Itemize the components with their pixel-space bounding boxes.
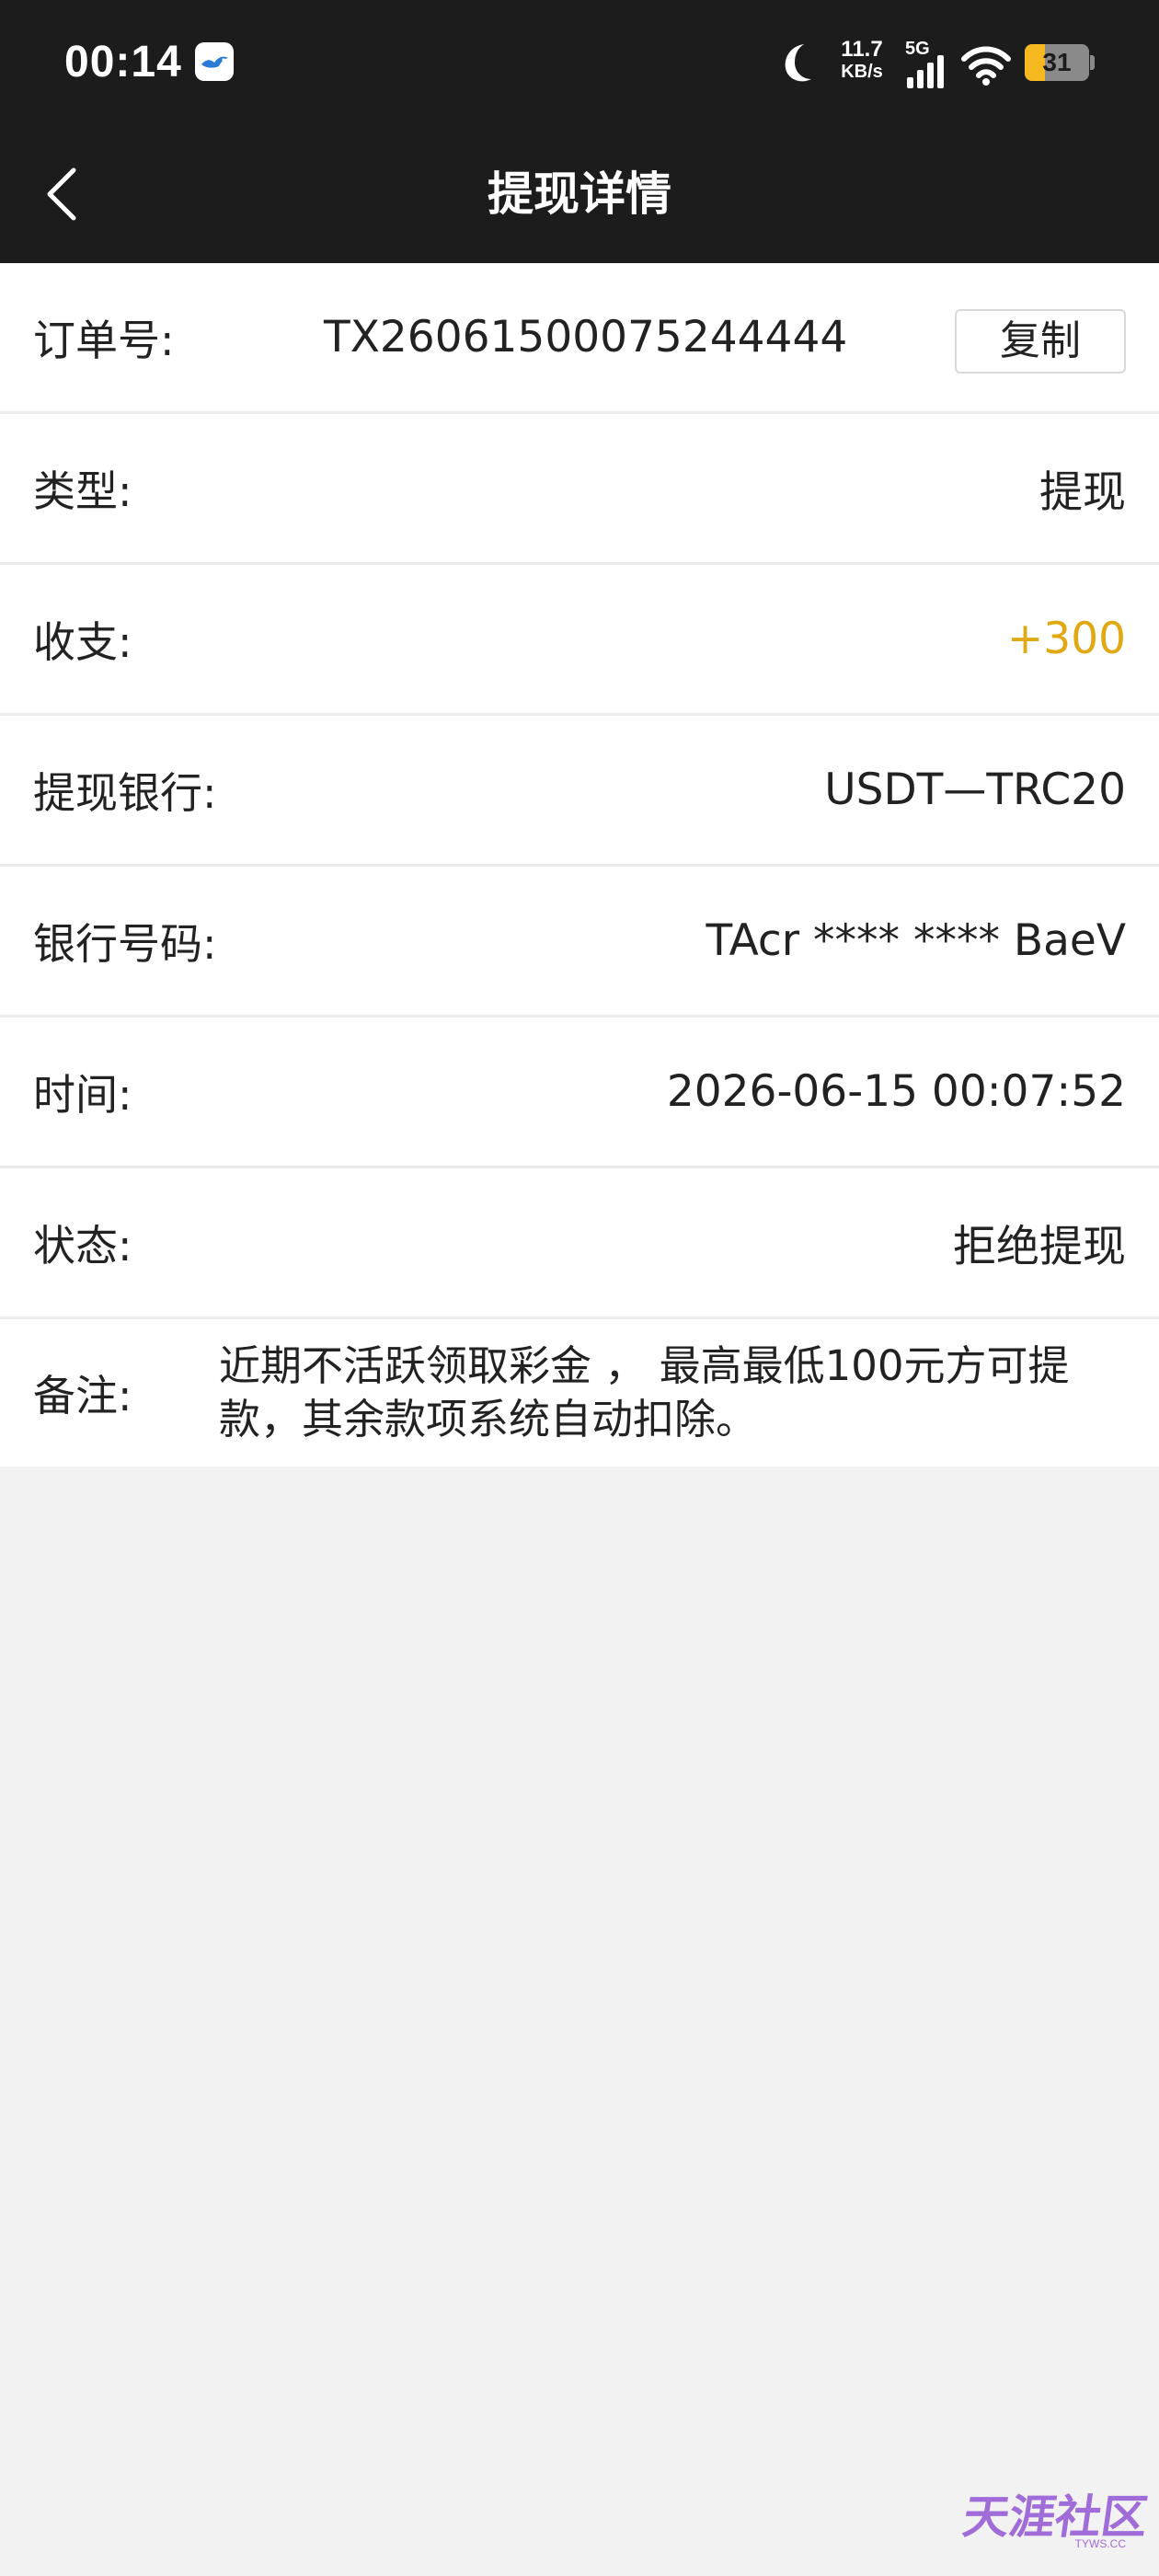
- note-value: 近期不活跃领取彩金 ， 最高最低100元方可提款，其余款项系统自动扣除。: [219, 1341, 1070, 1443]
- wifi-icon: [961, 46, 1011, 86]
- detail-row-status: 状态: 拒绝提现: [0, 1168, 1159, 1319]
- type-label: 类型:: [33, 466, 132, 516]
- withdraw-detail-list: 订单号: TX26061500075244444 复制 类型: 提现 收支: +…: [0, 263, 1159, 1466]
- watermark-logo: 天涯社区 TYWS.CC: [959, 2480, 1151, 2550]
- battery-icon: 31: [1025, 44, 1095, 81]
- moon-icon: [785, 44, 811, 82]
- detail-row-order: 订单号: TX26061500075244444 复制: [0, 263, 1159, 414]
- status-label: 状态:: [33, 1220, 132, 1271]
- note-label: 备注:: [33, 1371, 132, 1420]
- bird-app-icon: [195, 42, 234, 81]
- order-label: 订单号:: [33, 315, 175, 365]
- order-number: TX26061500075244444: [324, 312, 848, 362]
- amount-value: +300: [1006, 614, 1126, 664]
- type-value: 提现: [1039, 467, 1126, 518]
- detail-row-account: 银行号码: TAcr **** **** BaeV: [0, 867, 1159, 1018]
- amount-label: 收支:: [33, 616, 132, 667]
- detail-row-bank: 提现银行: USDT—TRC20: [0, 716, 1159, 867]
- copy-button[interactable]: 复制: [955, 309, 1126, 374]
- time-value: 2026-06-15 00:07:52: [666, 1066, 1126, 1117]
- status-time: 00:14: [64, 38, 182, 86]
- network-speed-value: 11.7: [841, 37, 883, 62]
- page-title: 提现详情: [488, 167, 671, 221]
- status-bar: 00:14 11.7 KB/s 5G 31: [0, 0, 1159, 125]
- battery-level: 31: [1042, 48, 1072, 76]
- watermark-subtext: TYWS.CC: [1074, 2537, 1126, 2550]
- status-value: 拒绝提现: [953, 1222, 1126, 1272]
- signal-icon: [907, 55, 944, 88]
- account-label: 银行号码:: [33, 918, 217, 969]
- bank-value: USDT—TRC20: [824, 765, 1126, 815]
- detail-row-amount: 收支: +300: [0, 565, 1159, 716]
- status-indicators: 11.7 KB/s 5G 31: [776, 35, 1095, 90]
- time-label: 时间:: [33, 1069, 132, 1120]
- nav-header: 提现详情: [0, 125, 1159, 263]
- bank-label: 提现银行:: [33, 767, 217, 818]
- chevron-left-icon[interactable]: [28, 157, 101, 231]
- network-speed-unit: KB/s: [841, 62, 883, 82]
- detail-row-type: 类型: 提现: [0, 414, 1159, 565]
- detail-row-note: 备注: 近期不活跃领取彩金 ， 最高最低100元方可提款，其余款项系统自动扣除。: [0, 1319, 1159, 1466]
- network-speed: 11.7 KB/s: [830, 39, 894, 83]
- detail-row-time: 时间: 2026-06-15 00:07:52: [0, 1018, 1159, 1168]
- account-value: TAcr **** **** BaeV: [706, 915, 1126, 966]
